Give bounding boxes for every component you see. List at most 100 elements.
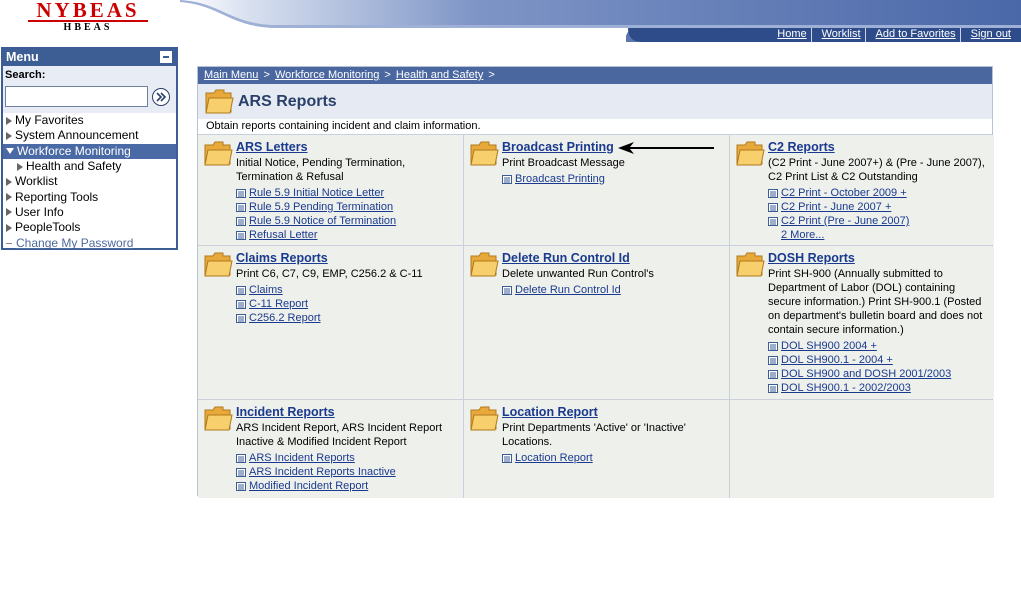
cell-description: Print C6, C7, C9, EMP, C256.2 & C-11 (236, 268, 423, 280)
menu-item-label: Workforce Monitoring (17, 143, 131, 158)
collapse-menu-button[interactable] (160, 51, 172, 63)
cell-links: Claims C-11 Report C256.2 Report (236, 283, 457, 325)
report-link[interactable]: C2 Print - October 2009 + (768, 186, 988, 200)
document-icon (236, 285, 246, 295)
home-link[interactable]: Home (767, 28, 810, 42)
folder-icon (204, 252, 233, 277)
report-link[interactable]: C2 Print - June 2007 + (768, 200, 988, 214)
menu-item-worklist[interactable]: Worklist (3, 174, 176, 189)
report-link[interactable]: Delete Run Control Id (502, 283, 723, 297)
menu-item-label: PeopleTools (15, 220, 81, 235)
cell-ars-letters: ARS Letters Initial Notice, Pending Term… (198, 135, 463, 245)
more-link[interactable]: 2 More... (768, 228, 988, 242)
cell-description: Delete unwanted Run Control's (502, 268, 654, 280)
menu-item-reporting-tools[interactable]: Reporting Tools (3, 189, 176, 204)
folder-icon (204, 141, 233, 166)
report-link-label: Modified Incident Report (249, 480, 369, 492)
report-link[interactable]: C2 Print (Pre - June 2007) (768, 214, 988, 228)
document-icon (236, 313, 246, 323)
search-go-button[interactable] (152, 88, 170, 106)
report-link[interactable]: Rule 5.9 Pending Termination (236, 200, 457, 214)
expand-arrow-icon (6, 223, 12, 232)
report-link[interactable]: Claims (236, 283, 457, 297)
menu-panel: Menu Search: My Favorites System Announc… (1, 47, 178, 250)
menu-item-health-and-safety[interactable]: Health and Safety (3, 158, 176, 175)
dash-icon (6, 242, 12, 244)
report-link[interactable]: DOL SH900 2004 + (768, 339, 988, 353)
document-icon (502, 453, 512, 463)
add-to-favorites-link[interactable]: Add to Favorites (864, 28, 960, 42)
folder-icon (470, 141, 499, 166)
document-icon (236, 453, 246, 463)
document-icon (236, 230, 246, 240)
report-link-label: Rule 5.9 Initial Notice Letter (249, 187, 385, 199)
report-link[interactable]: Location Report (502, 451, 723, 465)
report-link[interactable]: DOL SH900.1 - 2002/2003 (768, 381, 988, 395)
incident-reports-link[interactable]: Incident Reports (236, 405, 457, 420)
annotation-arrow-icon (618, 142, 714, 154)
cell-links: Delete Run Control Id (502, 283, 723, 297)
report-link[interactable]: ARS Incident Reports Inactive (236, 465, 457, 479)
document-icon (236, 467, 246, 477)
location-report-link[interactable]: Location Report (502, 405, 723, 420)
more-link-label: 2 More... (781, 229, 825, 241)
ars-letters-link[interactable]: ARS Letters (236, 140, 457, 155)
report-link[interactable]: ARS Incident Reports (236, 451, 457, 465)
cell-description: Initial Notice, Pending Termination, Ter… (236, 157, 406, 183)
top-navigation: Home Worklist Add to Favorites Sign out (767, 28, 1015, 42)
search-label: Search: (5, 69, 46, 81)
cell-description: Print SH-900 (Annually submitted to Depa… (768, 268, 983, 336)
menu-item-change-my-password[interactable]: Change My Password (3, 235, 176, 250)
page-description: Obtain reports containing incident and c… (198, 119, 992, 134)
logo-text: NYBEAS (36, 0, 140, 22)
search-input[interactable] (5, 86, 148, 107)
menu-item-workforce-monitoring[interactable]: Workforce Monitoring (3, 143, 176, 159)
menu-item-label: Health and Safety (26, 159, 122, 174)
report-link-label: Rule 5.9 Pending Termination (249, 201, 394, 213)
menu-item-peopletools[interactable]: PeopleTools (3, 220, 176, 235)
report-link[interactable]: Rule 5.9 Initial Notice Letter (236, 186, 457, 200)
claims-reports-link[interactable]: Claims Reports (236, 251, 457, 266)
dosh-reports-link[interactable]: DOSH Reports (768, 251, 988, 266)
double-chevron-right-icon (156, 92, 167, 102)
expand-arrow-icon (6, 193, 12, 202)
breadcrumb-separator: > (384, 69, 391, 81)
report-link-label: Rule 5.9 Notice of Termination (249, 215, 397, 227)
report-link[interactable]: Refusal Letter (236, 228, 457, 242)
document-icon (236, 481, 246, 491)
breadcrumb-main-menu[interactable]: Main Menu (204, 69, 258, 81)
menu-item-label: My Favorites (15, 113, 84, 128)
report-link[interactable]: Modified Incident Report (236, 479, 457, 493)
report-link-label: DOL SH900 2004 + (781, 340, 877, 352)
expand-arrow-icon (6, 208, 12, 217)
breadcrumb-workforce-monitoring[interactable]: Workforce Monitoring (275, 69, 379, 81)
report-link[interactable]: Broadcast Printing (502, 172, 723, 186)
report-link[interactable]: DOL SH900.1 - 2004 + (768, 353, 988, 367)
menu-item-system-announcement[interactable]: System Announcement (3, 128, 176, 143)
logo-subtext: HBEAS (63, 22, 113, 33)
delete-run-control-id-link[interactable]: Delete Run Control Id (502, 251, 723, 266)
menu-item-my-favorites[interactable]: My Favorites (3, 113, 176, 128)
report-link[interactable]: Rule 5.9 Notice of Termination (236, 214, 457, 228)
report-link-label: DOL SH900 and DOSH 2001/2003 (781, 368, 952, 380)
page-title-bar: ARS Reports (198, 84, 992, 119)
worklist-link[interactable]: Worklist (810, 28, 865, 42)
expand-arrow-icon (6, 116, 12, 125)
expand-arrow-icon (17, 162, 23, 171)
menu-item-label: Change My Password (16, 235, 134, 250)
menu-search: Search: (3, 66, 176, 113)
expand-arrow-icon (6, 131, 12, 140)
sign-out-link[interactable]: Sign out (959, 28, 1015, 42)
menu-item-user-info[interactable]: User Info (3, 205, 176, 220)
folder-icon (470, 406, 499, 431)
breadcrumb-health-and-safety[interactable]: Health and Safety (396, 69, 483, 81)
c2-reports-link[interactable]: C2 Reports (768, 140, 988, 155)
report-link[interactable]: C-11 Report (236, 297, 457, 311)
menu-item-label: User Info (15, 204, 64, 219)
cell-description: Print Broadcast Message (502, 157, 625, 169)
breadcrumb-separator: > (263, 69, 270, 81)
report-link[interactable]: C256.2 Report (236, 311, 457, 325)
report-grid: ARS Letters Initial Notice, Pending Term… (198, 134, 994, 498)
report-link[interactable]: DOL SH900 and DOSH 2001/2003 (768, 367, 988, 381)
menu-item-label: Reporting Tools (15, 189, 99, 204)
